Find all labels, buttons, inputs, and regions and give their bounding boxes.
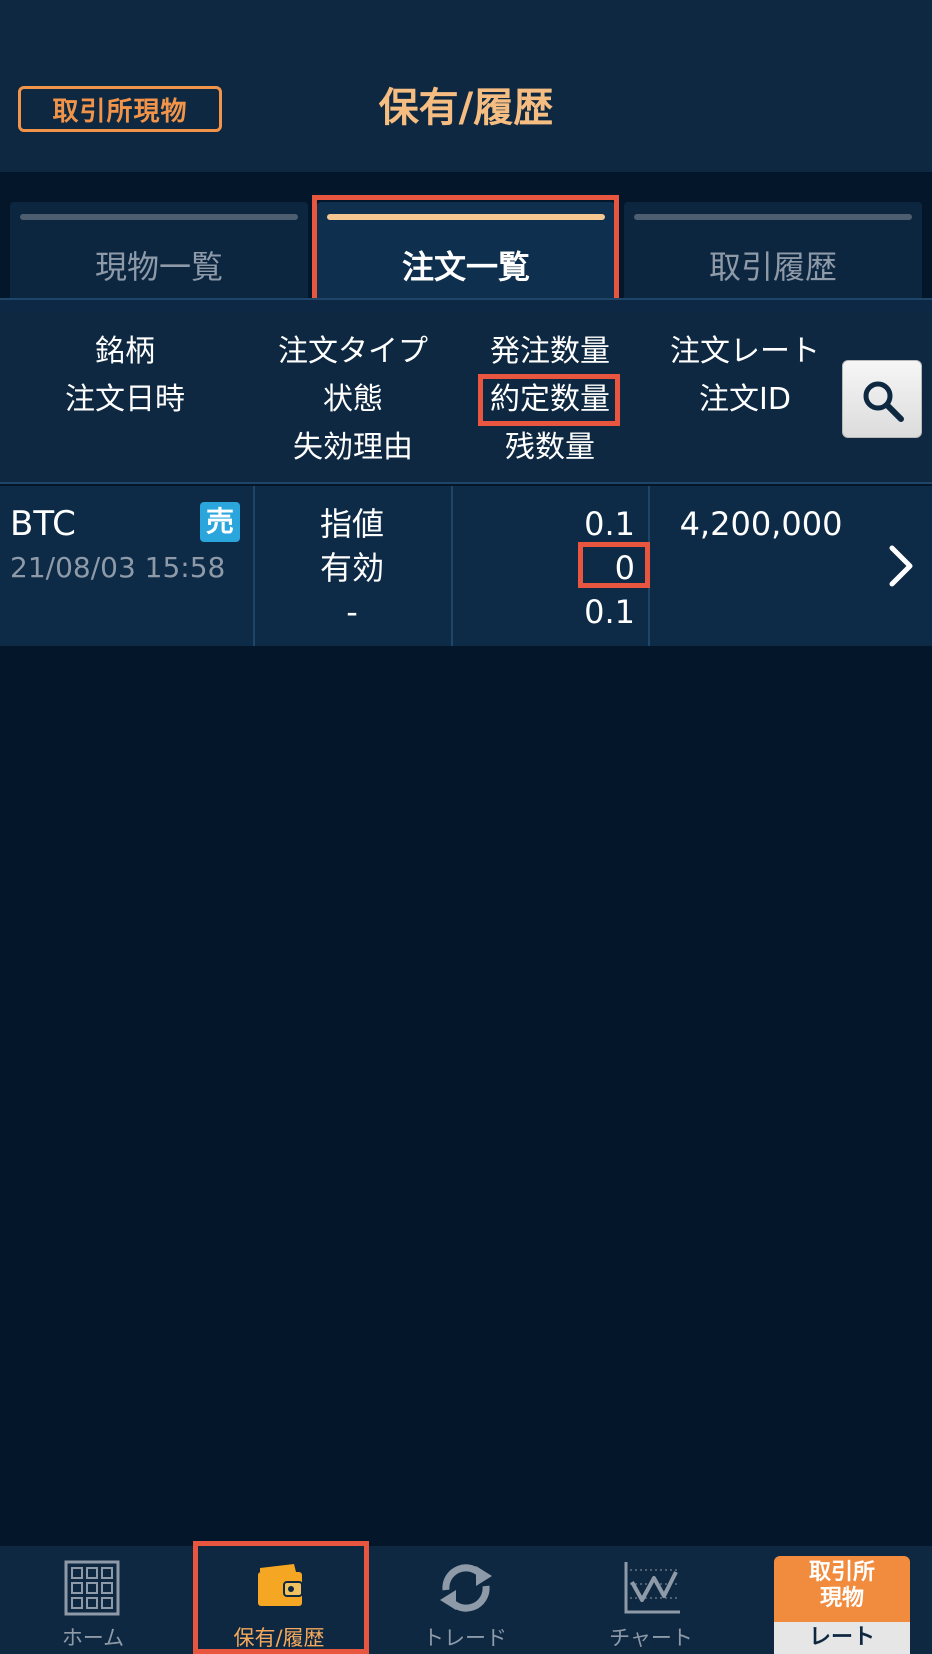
tab-indicator	[634, 214, 912, 220]
grid-icon	[64, 1560, 120, 1616]
header-expire-reason: 失効理由	[293, 430, 413, 465]
order-expire-reason: -	[346, 593, 358, 631]
search-icon	[863, 381, 904, 422]
nav-label: ホーム	[61, 1626, 125, 1650]
header-symbol: 銘柄	[95, 334, 155, 369]
header-status: 状態	[323, 382, 383, 417]
app-header: 取引所現物 保有/履歴	[0, 0, 932, 172]
tab-indicator	[327, 214, 605, 220]
header-order-qty: 発注数量	[490, 334, 610, 369]
nav-label: トレード	[423, 1626, 507, 1650]
wallet-icon	[258, 1564, 303, 1606]
nav-home[interactable]: ホーム	[0, 1546, 186, 1654]
tab-label: 注文一覧	[401, 248, 530, 286]
tab-holdings[interactable]: 現物一覧	[10, 202, 308, 298]
tab-trade-history[interactable]: 取引履歴	[624, 202, 922, 298]
rate-button-top: 取引所 現物	[774, 1560, 910, 1612]
sell-badge: 売	[200, 502, 240, 542]
nav-chart[interactable]: チャート	[558, 1546, 744, 1654]
order-symbol: BTC	[10, 504, 76, 544]
header-filled-qty: 約定数量	[490, 382, 610, 417]
nav-holdings-history[interactable]: 保有/履歴	[186, 1546, 372, 1654]
nav-label: 保有/履歴	[233, 1626, 325, 1650]
chevron-right-icon[interactable]	[888, 544, 914, 588]
divider	[0, 298, 932, 312]
search-button[interactable]	[842, 360, 922, 438]
order-status: 有効	[319, 549, 384, 587]
nav-trade[interactable]: トレード	[372, 1546, 558, 1654]
refresh-icon	[440, 1564, 492, 1612]
tab-bar: 現物一覧 注文一覧 取引履歴	[0, 172, 932, 298]
order-type: 指値	[319, 505, 384, 543]
filled-qty: 0	[614, 549, 635, 587]
tab-label: 現物一覧	[94, 248, 223, 286]
page-title: 保有/履歴	[378, 85, 554, 131]
rate-button-line1: 取引所	[808, 1560, 875, 1585]
tab-label: 取引履歴	[708, 248, 837, 286]
tab-indicator	[20, 214, 298, 220]
order-datetime: 21/08/03 15:58	[10, 551, 226, 584]
tab-orders[interactable]: 注文一覧	[317, 202, 615, 298]
header-order-id: 注文ID	[699, 382, 791, 417]
remaining-qty: 0.1	[584, 593, 635, 631]
header-order-rate: 注文レート	[670, 334, 820, 369]
nav-label: チャート	[609, 1626, 693, 1650]
header-remaining-qty: 残数量	[505, 430, 595, 465]
order-rate: 4,200,000	[679, 505, 843, 543]
column-header: 銘柄 注文日時 注文タイプ 状態 失効理由 発注数量 約定数量 残数量 注文レー…	[0, 312, 932, 484]
rate-button-line2: 現物	[819, 1586, 864, 1611]
exchange-rate-button[interactable]: 取引所 現物 レート	[774, 1556, 910, 1654]
header-order-datetime: 注文日時	[65, 382, 185, 417]
order-qty: 0.1	[584, 505, 635, 543]
rate-button-label: レート	[774, 1622, 910, 1654]
chart-icon	[624, 1562, 680, 1614]
header-order-type: 注文タイプ	[278, 334, 428, 369]
